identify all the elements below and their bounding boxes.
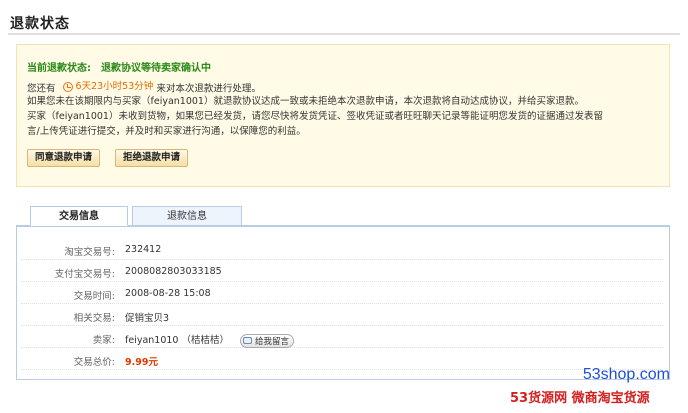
detail-label: 淘宝交易号: <box>64 247 115 258</box>
detail-row-seller: 卖家: feiyan1010 （桔桔桔） 给我留言 <box>21 327 663 348</box>
detail-label: 交易总价: <box>73 357 115 368</box>
tab-trade-info[interactable]: 交易信息 <box>30 206 128 226</box>
detail-row-related-trade: 相关交易: 促销宝贝3 <box>21 305 663 326</box>
leave-message-button[interactable]: 给我留言 <box>240 333 295 348</box>
shipping-proof-notice-cont: 言/上传凭证进行提交，并及时和买家进行沟通，以保障您的利益。 <box>27 126 306 137</box>
message-icon <box>243 337 253 344</box>
watermark-url: 53shop.com <box>582 366 670 383</box>
detail-row-trade-time: 交易时间: 2008-08-28 15:08 <box>21 283 663 304</box>
deadline-suffix: 来对本次退款进行处理。 <box>156 83 261 95</box>
refund-status-panel: 当前退款状态: 退款协议等待卖家确认中 您还有 6天23小时53分钟 来对本次退款… <box>16 44 670 187</box>
detail-label: 相关交易: <box>73 313 115 324</box>
taobao-trade-no: 232412 <box>125 244 162 255</box>
page-title: 退款状态 <box>10 16 70 32</box>
countdown-value: 6天23小时53分钟 <box>75 81 154 92</box>
leave-message-label: 给我留言 <box>255 336 290 347</box>
title-divider <box>8 33 680 35</box>
clock-icon <box>62 81 73 92</box>
total-price: 9.99元 <box>125 357 158 368</box>
auto-agree-notice: 如果您未在该期限内与买家（feiyan1001）就退款协议达成一致或未拒绝本次退… <box>27 96 584 107</box>
trade-time: 2008-08-28 15:08 <box>125 288 211 299</box>
status-line: 当前退款状态: 退款协议等待卖家确认中 <box>27 59 211 74</box>
deadline-prefix: 您还有 <box>27 83 56 95</box>
detail-label: 交易时间: <box>73 291 115 302</box>
detail-label: 支付宝交易号: <box>54 269 115 280</box>
detail-row-taobao-trade-no: 淘宝交易号: 232412 <box>21 239 663 260</box>
detail-label: 卖家: <box>92 335 115 346</box>
related-trade-link[interactable]: 促销宝贝3 <box>125 310 169 324</box>
status-value: 退款协议等待卖家确认中 <box>101 63 211 74</box>
shipping-proof-notice: 买家（feiyan1001）未收到货物，如果您已经发货，请您尽快将发货凭证、签收… <box>27 111 603 122</box>
seller-cell: feiyan1010 （桔桔桔） 给我留言 <box>125 332 295 348</box>
watermark-brand: 53货源网 微商淘宝货源 <box>510 391 650 406</box>
refuse-refund-button[interactable]: 拒绝退款申请 <box>115 149 189 167</box>
alipay-trade-no: 2008082803033185 <box>125 266 222 277</box>
trade-details-panel: 淘宝交易号: 232412 支付宝交易号: 2008082803033185 交… <box>16 225 670 380</box>
detail-row-total-price: 交易总价: 9.99元 <box>21 349 663 370</box>
seller-name: feiyan1010 （桔桔桔） <box>125 335 229 346</box>
deadline-line: 您还有 6天23小时53分钟 来对本次退款进行处理。 <box>27 80 261 96</box>
tab-refund-info[interactable]: 退款信息 <box>132 206 242 226</box>
status-label: 当前退款状态: <box>27 63 91 74</box>
countdown-timer: 6天23小时53分钟 <box>59 80 154 93</box>
detail-row-alipay-trade-no: 支付宝交易号: 2008082803033185 <box>21 261 663 282</box>
agree-refund-button[interactable]: 同意退款申请 <box>27 149 101 167</box>
